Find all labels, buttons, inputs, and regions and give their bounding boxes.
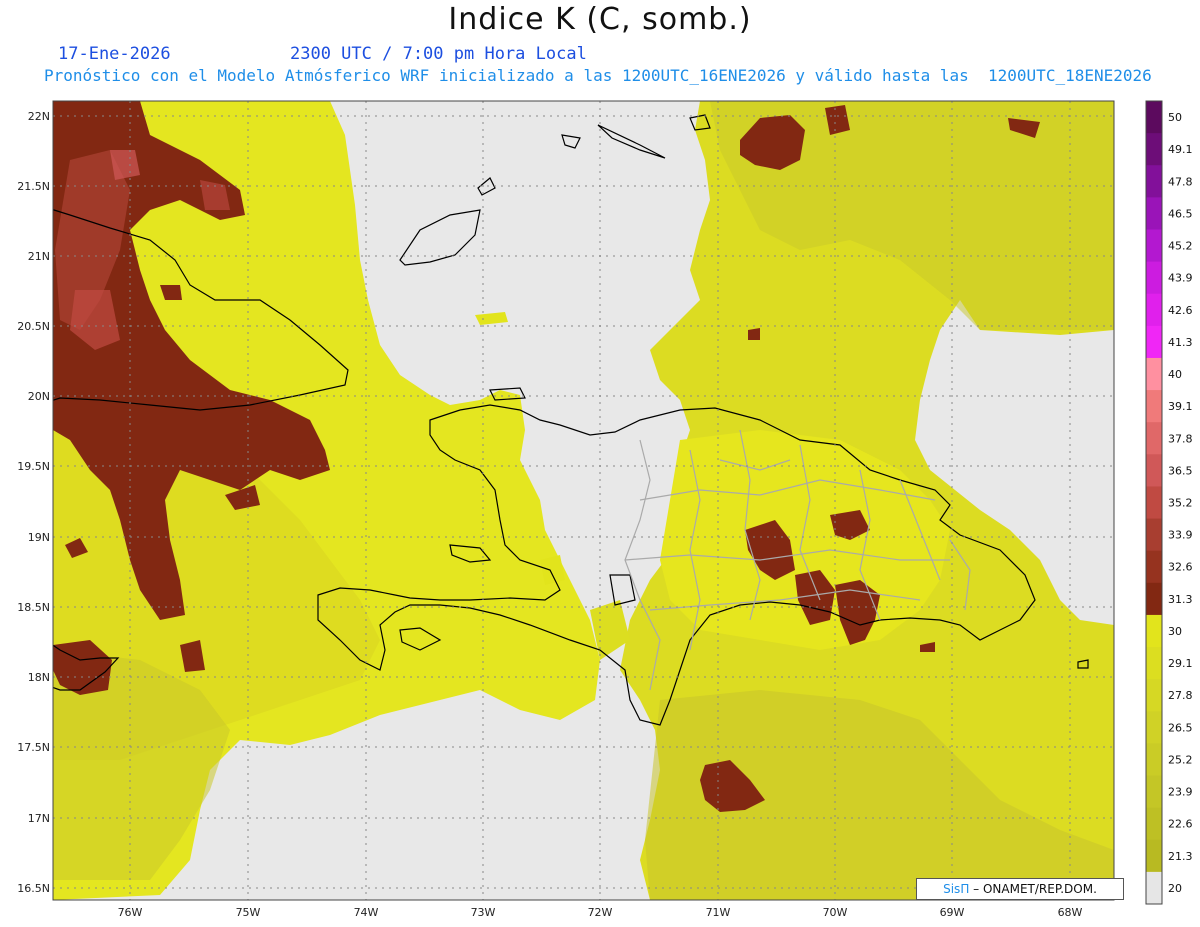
lat-tick: 18.5N — [17, 601, 50, 614]
colorbar-label: 21.3 — [1168, 850, 1193, 863]
lat-tick: 17N — [28, 812, 50, 825]
lon-tick: 70W — [823, 906, 848, 919]
colorbar-swatch — [1146, 229, 1162, 263]
colorbar-swatch — [1146, 711, 1162, 744]
lat-tick: 18N — [28, 671, 50, 684]
colorbar-label: 42.6 — [1168, 304, 1193, 317]
colorbar-swatch — [1146, 133, 1162, 166]
colorbar-label: 23.9 — [1168, 786, 1193, 799]
colorbar-swatch — [1146, 261, 1162, 295]
colorbar-label: 33.9 — [1168, 529, 1193, 542]
colorbar-swatch — [1146, 197, 1162, 230]
colorbar-label: 40 — [1168, 368, 1182, 381]
lat-tick: 20.5N — [17, 320, 50, 333]
lon-tick: 76W — [118, 906, 143, 919]
lat-tick: 21.5N — [17, 180, 50, 193]
colorbar-swatch — [1146, 454, 1162, 487]
k-index-map: 22N 21.5N 21N 20.5N 20N 19.5N 19N 18.5N … — [17, 100, 1193, 919]
colorbar-swatch — [1146, 357, 1162, 391]
colorbar-label: 43.9 — [1168, 272, 1193, 285]
colorbar-label: 37.8 — [1168, 432, 1193, 445]
colorbar-label: 25.2 — [1168, 753, 1193, 766]
colorbar-swatch — [1146, 871, 1162, 905]
colorbar-swatch — [1146, 614, 1162, 648]
credit-text: – ONAMET/REP.DOM. — [973, 882, 1097, 896]
colorbar-label: 31.3 — [1168, 593, 1193, 606]
lat-tick: 17.5N — [17, 741, 50, 754]
colorbar-label: 30 — [1168, 625, 1182, 638]
colorbar-label: 45.2 — [1168, 240, 1193, 253]
colorbar-swatch — [1146, 165, 1162, 198]
colorbar-swatch — [1146, 775, 1162, 809]
colorbar-swatch — [1146, 101, 1162, 134]
lon-axis: 76W 75W 74W 73W 72W 71W 70W 69W 68W — [118, 906, 1083, 919]
colorbar-swatch — [1146, 807, 1162, 841]
lat-tick: 20N — [28, 390, 50, 403]
colorbar-swatch — [1146, 839, 1162, 873]
colorbar-swatch — [1146, 390, 1162, 423]
colorbar-swatch — [1146, 422, 1162, 455]
credit-box: SisΠ – ONAMET/REP.DOM. — [916, 878, 1124, 900]
lon-tick: 75W — [236, 906, 261, 919]
colorbar-swatch — [1146, 550, 1162, 584]
lat-tick: 16.5N — [17, 882, 50, 895]
lat-axis: 22N 21.5N 21N 20.5N 20N 19.5N 19N 18.5N … — [17, 110, 50, 895]
colorbar-swatch — [1146, 486, 1162, 520]
colorbar-label: 22.6 — [1168, 818, 1193, 831]
colorbar-label: 41.3 — [1168, 336, 1193, 349]
colorbar-label: 39.1 — [1168, 400, 1193, 413]
colorbar-label: 36.5 — [1168, 464, 1193, 477]
colorbar-swatch — [1146, 325, 1162, 359]
lat-tick: 21N — [28, 250, 50, 263]
lat-tick: 19N — [28, 531, 50, 544]
map-field — [53, 101, 1114, 900]
lon-tick: 72W — [588, 906, 613, 919]
colorbar-swatch — [1146, 743, 1162, 777]
colorbar-label: 35.2 — [1168, 497, 1193, 510]
colorbar-label: 47.8 — [1168, 175, 1193, 188]
colorbar-label: 49.1 — [1168, 143, 1193, 156]
lon-tick: 69W — [940, 906, 965, 919]
colorbar-label: 29.1 — [1168, 657, 1193, 670]
lon-tick: 71W — [706, 906, 731, 919]
colorbar-swatch — [1146, 647, 1162, 680]
colorbar-label: 46.5 — [1168, 207, 1193, 220]
lat-tick: 19.5N — [17, 460, 50, 473]
lat-tick: 22N — [28, 110, 50, 123]
colorbar: 50 49.1 47.8 46.5 45.2 43.9 42.6 41.3 40 39.1 37.8… — [1145, 100, 1193, 905]
colorbar-label: 20 — [1168, 882, 1182, 895]
colorbar-label: 50 — [1168, 111, 1182, 124]
sispi-logo-text: SisΠ — [943, 882, 970, 896]
colorbar-swatch — [1146, 582, 1162, 616]
colorbar-label: 27.8 — [1168, 689, 1193, 702]
colorbar-label: 32.6 — [1168, 561, 1193, 574]
colorbar-swatch — [1146, 679, 1162, 712]
colorbar-label: 26.5 — [1168, 721, 1193, 734]
lon-tick: 74W — [354, 906, 379, 919]
lon-tick: 68W — [1058, 906, 1083, 919]
colorbar-swatch — [1146, 518, 1162, 552]
lon-tick: 73W — [471, 906, 496, 919]
colorbar-swatch — [1146, 293, 1162, 327]
